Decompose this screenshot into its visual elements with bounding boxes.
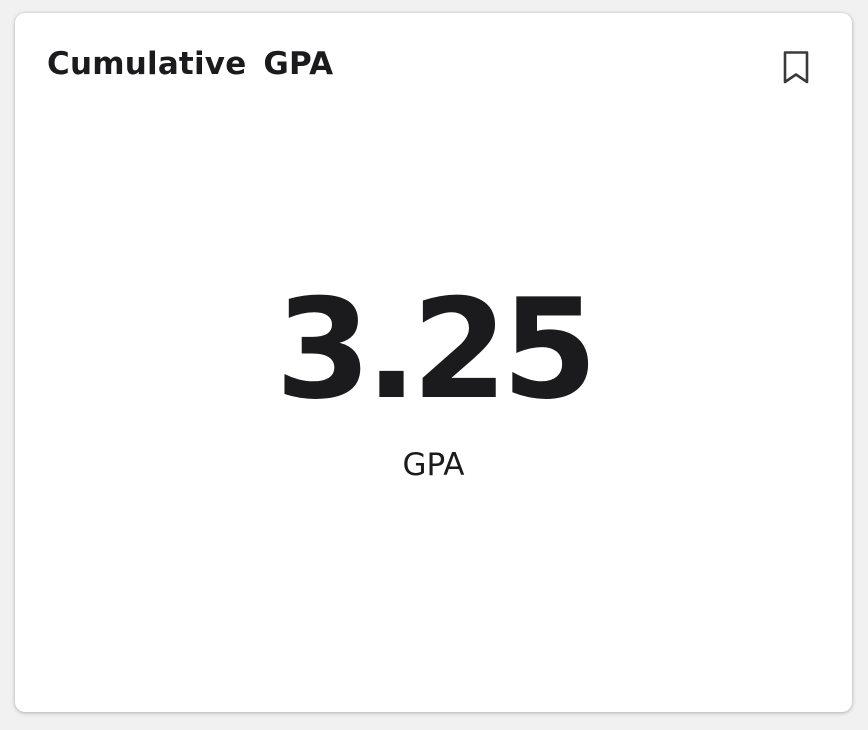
bookmark-icon (783, 51, 809, 84)
bookmark-button[interactable] (775, 47, 817, 89)
gpa-value: 3.25 (275, 269, 598, 430)
card-title: Cumulative GPA (47, 46, 334, 82)
gpa-card: Cumulative GPA 3.25 GPA (15, 13, 852, 712)
gpa-unit-label: GPA (402, 447, 465, 483)
